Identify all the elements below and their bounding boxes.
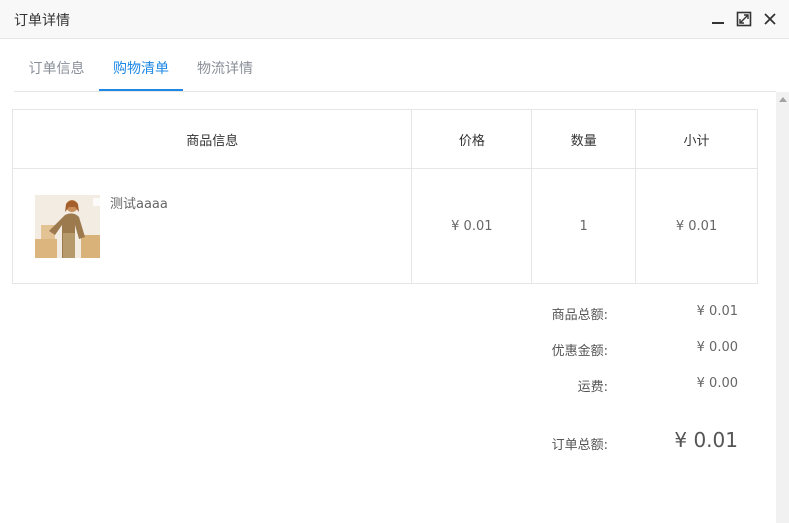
table-row: 测试aaaa ¥ 0.01 1 ¥ 0.01 xyxy=(11,168,758,284)
goods-table: 商品信息 价格 数量 小计 测试aaaa ¥ 0.01 1 ¥ 0.01 xyxy=(11,109,758,284)
summary-goods-total: 商品总额: ¥ 0.01 xyxy=(500,304,740,324)
tab-logistics[interactable]: 物流详情 xyxy=(183,40,267,91)
shipping-value: ¥ 0.00 xyxy=(696,376,738,391)
product-thumbnail[interactable] xyxy=(35,195,100,258)
close-icon[interactable] xyxy=(762,11,778,27)
order-total-value: ¥ 0.01 xyxy=(674,428,738,452)
order-total-label: 订单总额: xyxy=(551,438,608,453)
header-price: 价格 xyxy=(411,109,533,169)
discount-label: 优惠金额: xyxy=(551,344,608,359)
tab-shopping-list[interactable]: 购物清单 xyxy=(99,40,183,91)
quantity-cell: 1 xyxy=(531,168,637,284)
maximize-icon[interactable] xyxy=(736,11,752,27)
subtotal-cell: ¥ 0.01 xyxy=(635,168,758,284)
shipping-label: 运费: xyxy=(577,380,608,395)
goods-total-label: 商品总额: xyxy=(551,308,608,323)
dialog-title: 订单详情 xyxy=(14,13,70,29)
goods-total-value: ¥ 0.01 xyxy=(696,304,738,319)
goods-info-cell: 测试aaaa xyxy=(11,168,413,284)
product-name-link[interactable]: 测试aaaa xyxy=(110,193,168,212)
tab-bar: 订单信息 购物清单 物流详情 xyxy=(14,40,776,92)
minimize-icon[interactable] xyxy=(710,11,726,27)
dialog-titlebar: 订单详情 xyxy=(0,0,789,39)
header-subtotal: 小计 xyxy=(635,109,758,169)
summary-shipping: 运费: ¥ 0.00 xyxy=(500,376,740,396)
tab-order-info[interactable]: 订单信息 xyxy=(14,40,99,91)
scroll-up-arrow-icon[interactable] xyxy=(779,97,787,102)
summary-discount: 优惠金额: ¥ 0.00 xyxy=(500,340,740,360)
vertical-scrollbar[interactable] xyxy=(776,92,789,523)
header-goods-info: 商品信息 xyxy=(11,109,413,169)
price-cell: ¥ 0.01 xyxy=(411,168,533,284)
discount-value: ¥ 0.00 xyxy=(696,340,738,355)
summary-order-total: 订单总额: ¥ 0.01 xyxy=(500,428,740,458)
header-quantity: 数量 xyxy=(531,109,637,169)
table-header-row: 商品信息 价格 数量 小计 xyxy=(11,109,758,169)
